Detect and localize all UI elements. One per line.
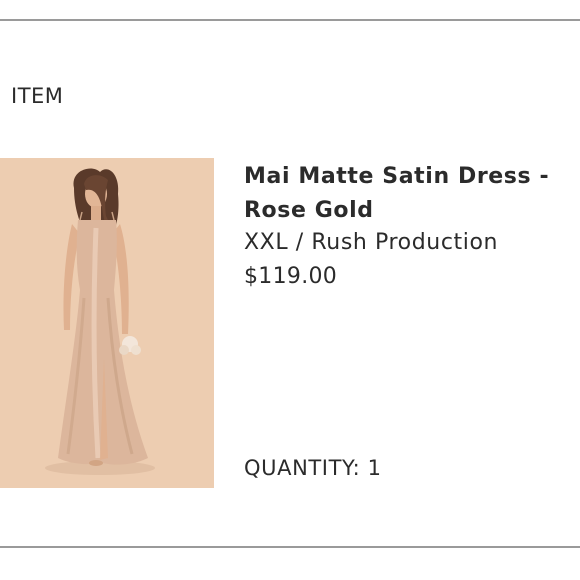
section-heading: ITEM [11, 84, 64, 108]
order-item-card: ITEM Mai Matte Satin Dress - Rose Gold X… [0, 0, 580, 580]
top-divider [0, 19, 580, 21]
product-image [0, 158, 214, 488]
quantity-label: QUANTITY: 1 [244, 456, 382, 480]
bottom-divider [0, 546, 580, 548]
product-price: $119.00 [244, 264, 338, 289]
product-variant: XXL / Rush Production [244, 230, 499, 255]
product-name[interactable]: Mai Matte Satin Dress - Rose Gold [244, 160, 564, 228]
